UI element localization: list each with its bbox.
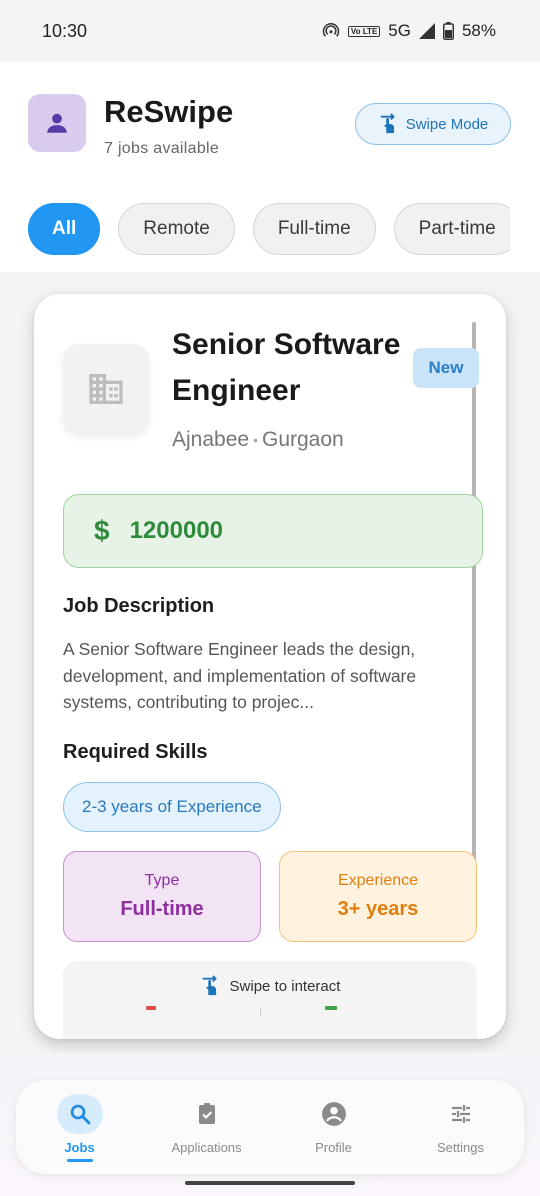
- separator-dot: •: [253, 432, 258, 449]
- swipe-hint-text: Swipe to interact: [229, 977, 341, 995]
- clipboard-check-icon: [198, 1103, 215, 1124]
- like-hint-icon: [325, 1006, 337, 1010]
- experience-value: 3+ years: [337, 898, 419, 920]
- description-heading: Job Description: [63, 595, 215, 617]
- battery-icon: [442, 22, 454, 40]
- job-card[interactable]: Senior Software Engineer New Ajnabee • Gur…: [34, 294, 506, 1039]
- job-title: Senior Software Engineer: [172, 328, 401, 407]
- swipe-hint-panel: Swipe to interact: [63, 961, 477, 1039]
- experience-box: Experience 3+ years: [279, 851, 477, 942]
- job-type-box: Type Full-time: [63, 851, 261, 942]
- salary-box: $ 1200000: [63, 494, 483, 568]
- dollar-icon: $: [94, 515, 110, 546]
- battery-level: 58%: [461, 21, 496, 40]
- hint-divider: [260, 1007, 261, 1017]
- nav-applications[interactable]: Applications: [143, 1080, 270, 1174]
- volte-icon: Vo LTE: [347, 25, 381, 37]
- nav-jobs[interactable]: Jobs: [16, 1080, 143, 1174]
- avatar[interactable]: [28, 94, 86, 152]
- skill-chip: 2-3 years of Experience: [63, 782, 281, 832]
- hotspot-icon: [322, 23, 340, 37]
- swipe-gesture-icon: [380, 113, 395, 134]
- filter-chips: All Remote Full-time Part-time: [28, 203, 510, 255]
- account-circle-icon: [321, 1102, 346, 1126]
- job-type-label: Type: [144, 872, 180, 889]
- person-icon: [47, 113, 67, 133]
- app-header: ReSwipe 7 jobs available Swipe Mode All …: [0, 62, 540, 272]
- nav-settings-label: Settings: [437, 1140, 484, 1155]
- nav-applications-icon-wrap: [184, 1094, 230, 1134]
- filter-all[interactable]: All: [28, 203, 101, 255]
- network-type: 5G: [388, 21, 411, 40]
- nav-profile-label: Profile: [315, 1140, 352, 1155]
- skills-heading: Required Skills: [63, 741, 208, 763]
- swipe-gesture-icon: [202, 975, 217, 996]
- filter-part-time[interactable]: Part-time: [393, 203, 510, 255]
- job-type-value: Full-time: [120, 898, 204, 920]
- nav-profile-icon-wrap: [311, 1094, 357, 1134]
- reject-hint-icon: [146, 1006, 156, 1010]
- experience-label: Experience: [337, 872, 419, 889]
- filter-remote[interactable]: Remote: [118, 203, 235, 255]
- card-scrollbar[interactable]: [472, 322, 476, 888]
- app-title: ReSwipe: [104, 94, 234, 129]
- salary-value: 1200000: [129, 517, 224, 544]
- job-location: Gurgaon: [261, 428, 344, 451]
- filter-full-time[interactable]: Full-time: [252, 203, 376, 255]
- job-description: A Senior Software Engineer leads the des…: [63, 639, 417, 712]
- status-bar: 10:30 Vo LTE 5G 58%: [0, 0, 540, 62]
- business-icon: [89, 374, 123, 404]
- active-underline: [66, 1159, 93, 1162]
- nav-applications-label: Applications: [171, 1140, 242, 1155]
- company-logo: [63, 344, 149, 434]
- jobs-count: 7 jobs available: [104, 140, 220, 157]
- nav-settings-icon-wrap: [438, 1094, 484, 1134]
- company-location: Ajnabee • Gurgaon: [172, 428, 344, 452]
- swipe-mode-button[interactable]: Swipe Mode: [355, 103, 511, 145]
- search-icon: [70, 1104, 90, 1125]
- swipe-hint-row: Swipe to interact: [63, 975, 477, 997]
- tune-icon: [451, 1105, 470, 1123]
- status-time: 10:30: [42, 20, 88, 41]
- new-badge: New: [413, 348, 479, 388]
- status-icons: Vo LTE 5G 58%: [322, 21, 496, 41]
- nav-jobs-label: Jobs: [64, 1140, 95, 1155]
- nav-profile[interactable]: Profile: [270, 1080, 397, 1174]
- swipe-mode-label: Swipe Mode: [405, 115, 489, 133]
- nav-jobs-indicator: [56, 1094, 103, 1134]
- home-indicator[interactable]: [185, 1181, 355, 1185]
- signal-icon: [418, 23, 435, 39]
- company-name: Ajnabee: [172, 428, 250, 451]
- bottom-navigation: Jobs Applications Profile Settings: [16, 1080, 524, 1174]
- nav-settings[interactable]: Settings: [397, 1080, 524, 1174]
